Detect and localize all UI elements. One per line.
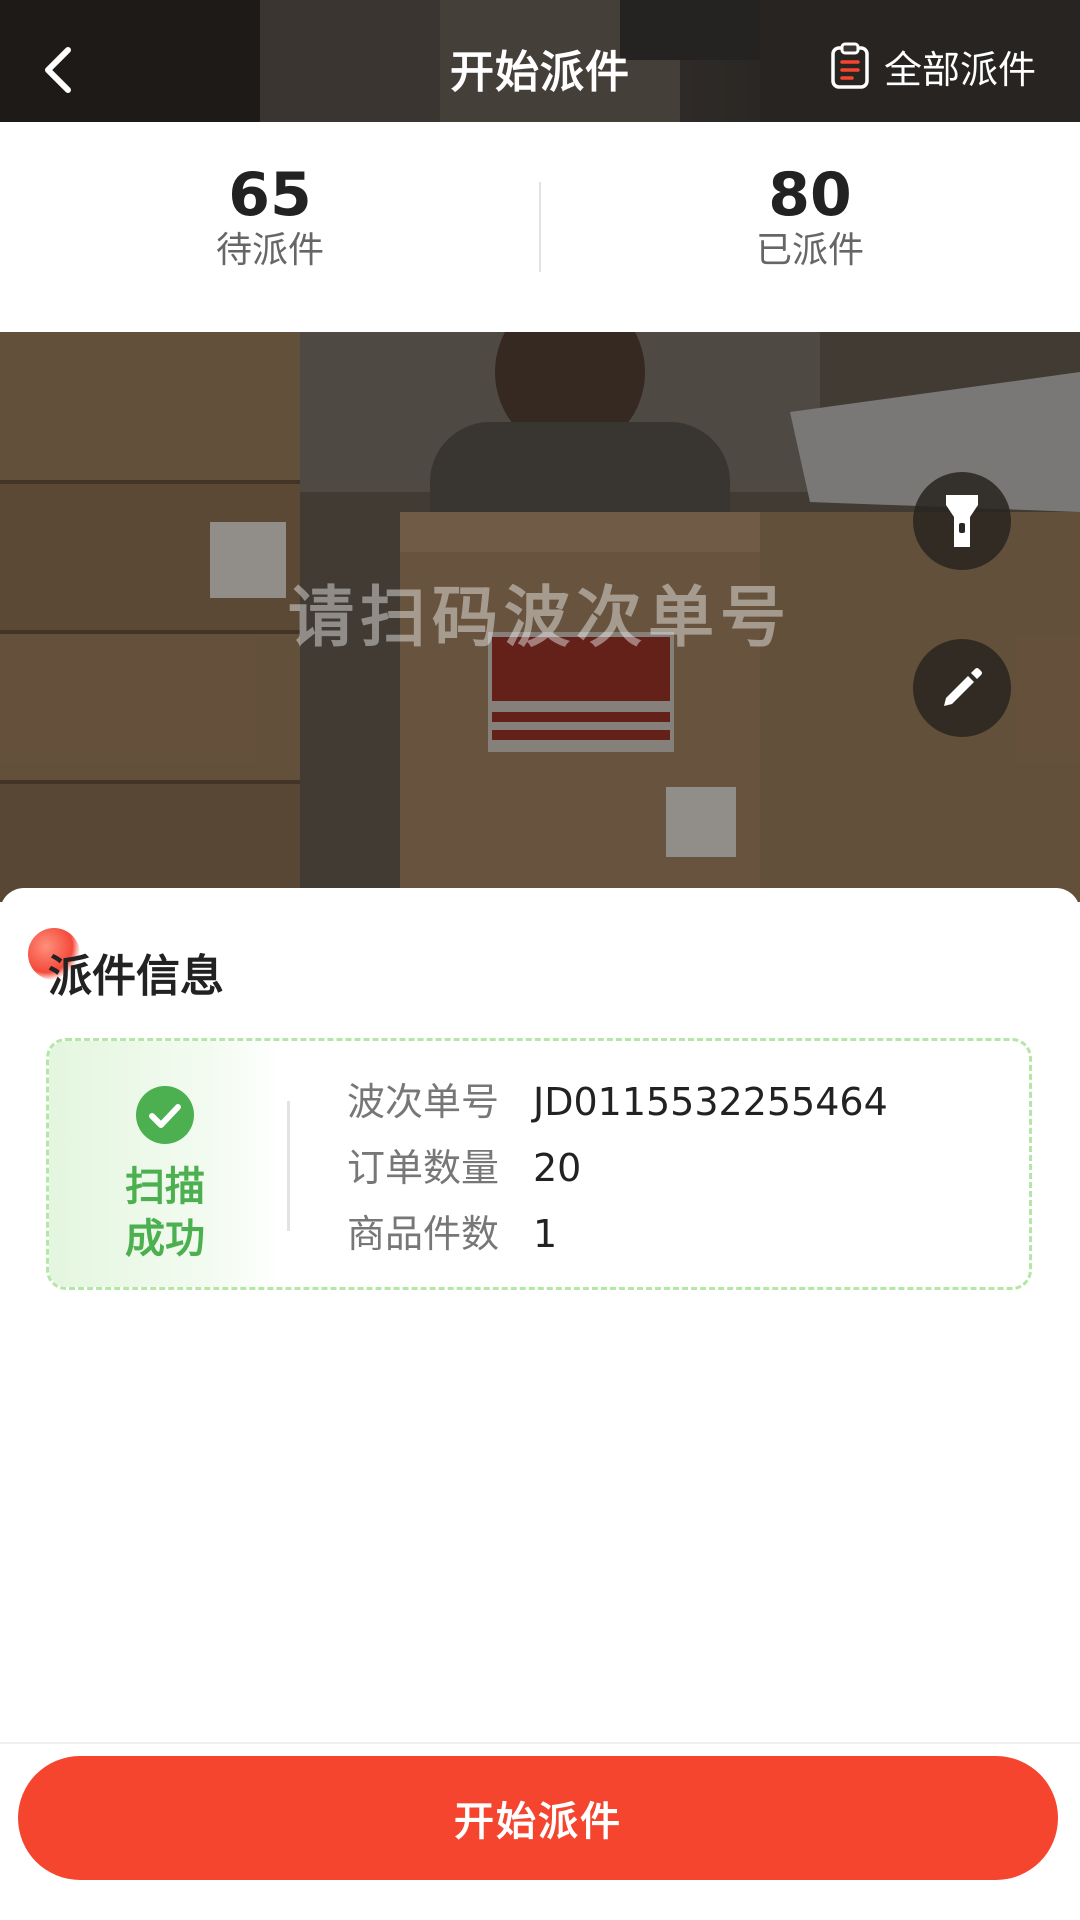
info-row-wave-number: 波次单号 JD0115532255464 — [347, 1077, 888, 1127]
scan-result-card: 扫描 成功 波次单号 JD0115532255464 订单数量 20 商品件数 … — [46, 1038, 1032, 1290]
top-bar: 开始派件 全部派件 — [0, 0, 1080, 122]
item-count-label: 商品件数 — [347, 1212, 500, 1256]
bottom-bar-divider — [0, 1742, 1080, 1744]
wave-number-value: JD0115532255464 — [533, 1080, 888, 1124]
section-title: 派件信息 — [48, 951, 224, 1002]
card-divider — [287, 1101, 290, 1231]
check-circle-icon — [136, 1086, 194, 1144]
all-dispatch-button[interactable]: 全部派件 — [830, 36, 1036, 96]
all-dispatch-label: 全部派件 — [883, 47, 1036, 92]
pending-stat[interactable]: 65 待派件 — [0, 162, 540, 274]
order-count-label: 订单数量 — [347, 1146, 500, 1190]
item-count-value: 1 — [533, 1212, 558, 1256]
scan-status-panel: 扫描 成功 — [49, 1041, 281, 1287]
start-dispatch-button[interactable]: 开始派件 — [18, 1756, 1058, 1880]
wave-number-label: 波次单号 — [347, 1080, 500, 1124]
clipboard-list-icon — [831, 42, 869, 89]
order-count-value: 20 — [533, 1146, 582, 1190]
dispatched-stat[interactable]: 80 已派件 — [540, 162, 1080, 274]
info-row-item-count: 商品件数 1 — [347, 1209, 557, 1259]
pending-label: 待派件 — [215, 230, 324, 271]
flashlight-button[interactable] — [913, 472, 1011, 570]
manual-input-button[interactable] — [913, 639, 1011, 737]
pencil-icon — [944, 668, 982, 706]
pending-count: 65 — [228, 160, 312, 230]
scanner-viewfinder[interactable]: 请扫码波次单号 — [0, 332, 1080, 902]
flashlight-icon — [946, 495, 978, 547]
dispatch-stats: 65 待派件 80 已派件 — [0, 122, 1080, 332]
info-row-order-count: 订单数量 20 — [347, 1143, 581, 1193]
dispatched-count: 80 — [768, 160, 852, 230]
scan-hint-text: 请扫码波次单号 — [288, 579, 792, 656]
scan-status-text: 扫描 成功 — [125, 1164, 205, 1262]
dispatched-label: 已派件 — [755, 230, 864, 271]
